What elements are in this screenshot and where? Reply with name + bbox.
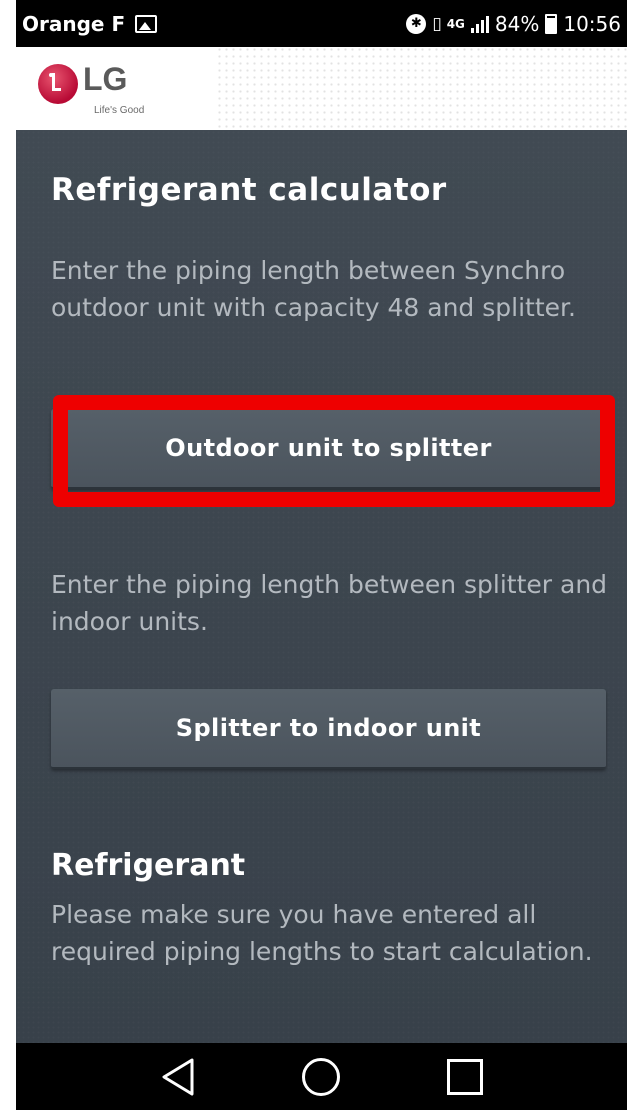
status-right: ✱ ▯ 4G 84% 10:56 xyxy=(406,12,621,36)
outdoor-description: Enter the piping length between Synchro … xyxy=(51,256,576,322)
app-header: LG Life's Good xyxy=(16,47,627,130)
home-icon[interactable] xyxy=(299,1055,343,1099)
clock: 10:56 xyxy=(563,11,621,36)
vibrate-icon: ▯ xyxy=(432,13,441,34)
calculator-title: Refrigerant calculator xyxy=(51,172,447,208)
refrigerant-message: Please make sure you have entered all re… xyxy=(51,900,593,966)
navigation-bar xyxy=(16,1043,627,1110)
main-content: Refrigerant calculator Enter the piping … xyxy=(16,130,627,1043)
battery-percent: 84% xyxy=(494,11,540,36)
phone-screen: Orange F ✱ ▯ 4G 84% 10:56 LG Life's Good… xyxy=(16,0,627,1110)
status-left: Orange F xyxy=(22,11,158,36)
lg-logo-icon xyxy=(38,64,78,104)
splitter-button-label: Splitter to indoor unit xyxy=(175,714,482,742)
signal-icon xyxy=(470,15,489,33)
bluetooth-icon: ✱ xyxy=(406,13,427,34)
recent-apps-icon[interactable] xyxy=(443,1055,487,1099)
outdoor-to-splitter-button[interactable]: Outdoor unit to splitter xyxy=(51,409,606,489)
battery-icon xyxy=(545,13,558,34)
outdoor-button-label: Outdoor unit to splitter xyxy=(165,434,492,462)
carrier-name: Orange F xyxy=(22,11,126,36)
brand-tagline: Life's Good xyxy=(94,105,145,116)
refrigerant-title: Refrigerant xyxy=(51,848,246,883)
gallery-icon xyxy=(135,14,158,33)
splitter-to-indoor-button[interactable]: Splitter to indoor unit xyxy=(51,689,606,769)
back-icon[interactable] xyxy=(156,1055,200,1099)
brand-name: LG xyxy=(83,61,128,97)
network-4g-icon: 4G xyxy=(446,16,465,31)
splitter-description: Enter the piping length between splitter… xyxy=(51,570,608,636)
status-bar: Orange F ✱ ▯ 4G 84% 10:56 xyxy=(16,0,627,47)
